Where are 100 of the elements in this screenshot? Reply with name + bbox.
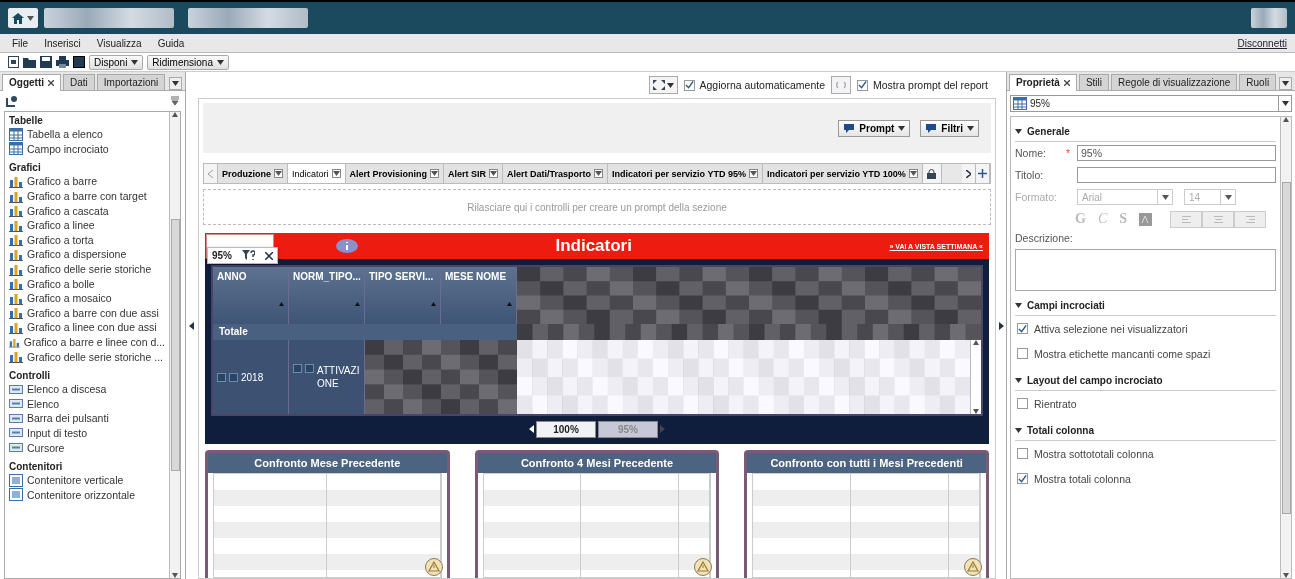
object-item[interactable]: Tabella a elenco [9, 127, 165, 142]
section-tab[interactable]: Indicatori per servizio YTD 100% [762, 164, 923, 183]
printer-icon[interactable] [56, 56, 69, 68]
close-icon[interactable] [1063, 79, 1070, 86]
object-item[interactable]: Grafico a cascata [9, 203, 165, 218]
tab-menu-button[interactable] [1279, 77, 1292, 90]
object-item[interactable]: Elenco a discesa [9, 381, 165, 397]
sort-icon[interactable] [355, 302, 360, 306]
add-tab-button[interactable] [976, 164, 990, 183]
warning-icon[interactable] [964, 558, 982, 576]
section-title[interactable]: Campi incrociati [1027, 299, 1105, 311]
object-item[interactable]: Grafico a barre con due assi [9, 305, 165, 321]
collapse-icon[interactable] [217, 372, 226, 382]
home-button[interactable] [8, 8, 38, 28]
object-item[interactable]: Input di testo [9, 425, 165, 441]
panel-tab[interactable]: Importazioni [96, 74, 166, 90]
scrollbar[interactable] [970, 340, 981, 414]
prompt-dropdown[interactable]: Prompt [838, 119, 911, 137]
name-field[interactable]: 95% [1077, 145, 1276, 161]
collapse-icon[interactable] [293, 364, 302, 373]
object-item[interactable]: Grafico a bolle [9, 276, 165, 291]
object-item[interactable]: Grafico delle serie storiche ... [9, 349, 165, 364]
previous-icon[interactable] [529, 425, 534, 433]
lock-icon[interactable] [927, 168, 937, 179]
expand-icon[interactable] [229, 372, 238, 382]
scroll-down-icon[interactable] [172, 573, 178, 578]
scroll-up-icon[interactable] [172, 112, 178, 117]
menu-item[interactable]: Guida [153, 37, 197, 49]
expand-icon[interactable] [305, 364, 314, 373]
filter-icon[interactable] [242, 250, 255, 261]
panel-tab[interactable]: Oggetti [2, 74, 61, 91]
prompt-dropdown[interactable]: Filtri [920, 119, 979, 137]
object-item[interactable]: Contenitore orizzontale [9, 487, 165, 503]
object-item[interactable]: Grafico a dispersione [9, 247, 165, 262]
section-tab[interactable]: Alert Dati/Trasporto [503, 164, 609, 183]
menu-item[interactable]: File [8, 37, 41, 49]
scroll-up-icon[interactable] [1283, 117, 1289, 122]
object-item[interactable]: Grafico a torta [9, 232, 165, 248]
section-tab[interactable]: Alert SIR [444, 164, 504, 183]
object-item[interactable]: Grafico a barre [9, 174, 165, 189]
checkbox[interactable] [683, 79, 695, 91]
object-item[interactable]: Barra dei pulsanti [9, 411, 165, 426]
sort-icon[interactable] [431, 302, 436, 306]
color-icon[interactable] [1139, 212, 1153, 226]
sort-icon[interactable] [507, 302, 512, 306]
object-item[interactable]: Campo incrociato [9, 141, 165, 157]
checkbox[interactable] [857, 79, 869, 91]
object-item[interactable]: Grafico delle serie storiche [9, 261, 165, 277]
new-report-icon[interactable] [8, 56, 19, 68]
close-icon[interactable] [48, 79, 54, 86]
save-icon[interactable] [40, 56, 52, 68]
description-field[interactable] [1015, 249, 1276, 291]
title-field[interactable] [1077, 167, 1276, 183]
page-button[interactable]: 100% [536, 420, 596, 438]
collapse-arrow-icon[interactable] [188, 321, 194, 330]
collapse-arrow-icon[interactable] [998, 321, 1004, 330]
toolbar-dropdown[interactable]: Disponi [89, 54, 144, 70]
section-tab[interactable]: Indicatori [288, 164, 346, 183]
section-title[interactable]: Generale [1027, 125, 1070, 137]
menu-item[interactable]: Inserisci [40, 37, 93, 49]
toolbar-dropdown[interactable]: Ridimensiona [147, 54, 229, 70]
object-item[interactable]: Contenitore verticale [9, 472, 165, 488]
checkbox[interactable] [1017, 398, 1028, 409]
warning-icon[interactable] [424, 558, 443, 576]
fit-view-button[interactable] [648, 76, 678, 94]
folder-icon[interactable] [23, 56, 36, 68]
add-object-icon[interactable] [6, 95, 18, 107]
checkbox[interactable] [1017, 473, 1028, 484]
section-title[interactable]: Totali colonna [1027, 424, 1095, 436]
panel-tab[interactable]: Regole di visualizzazione [1111, 74, 1238, 90]
scroll-down-icon[interactable] [1283, 573, 1289, 578]
scrollbar[interactable] [1280, 117, 1291, 578]
section-title[interactable]: Layout del campo incrociato [1027, 374, 1163, 386]
checkbox[interactable] [1017, 348, 1028, 359]
sort-icon[interactable] [279, 302, 284, 306]
tab-scroll-right[interactable] [962, 164, 976, 183]
menu-item[interactable]: Visualizza [92, 37, 154, 49]
panel-tab[interactable]: Ruoli [1239, 74, 1277, 90]
object-select[interactable]: 95% [1010, 95, 1292, 112]
object-item[interactable]: Grafico a linee [9, 217, 165, 233]
object-item[interactable]: Grafico a mosaico [9, 290, 165, 306]
panel-tab[interactable]: Proprietà [1009, 74, 1077, 91]
scrollbar[interactable] [169, 112, 180, 578]
scroll-down-icon[interactable] [973, 409, 979, 414]
object-item[interactable]: Cursore [9, 440, 165, 455]
collapse-icon[interactable] [171, 96, 179, 106]
section-tab[interactable]: Alert Provisioning [345, 164, 445, 183]
object-item[interactable]: Grafico a barre con target [9, 188, 165, 204]
warning-icon[interactable] [694, 558, 713, 576]
object-item[interactable]: Grafico a linee con due assi [9, 320, 165, 335]
object-item[interactable]: Elenco [9, 396, 165, 412]
section-tab[interactable]: Indicatori per servizio YTD 95% [608, 164, 763, 183]
panel-tab[interactable]: Stili [1078, 74, 1110, 90]
tab-menu-button[interactable] [169, 77, 182, 90]
info-icon[interactable] [336, 239, 358, 253]
logout-link[interactable]: Disconnetti [1237, 37, 1287, 49]
checkbox[interactable] [1017, 448, 1028, 459]
checkbox[interactable] [1017, 323, 1028, 334]
close-icon[interactable] [265, 251, 273, 260]
panel-tab[interactable]: Dati [63, 74, 95, 90]
